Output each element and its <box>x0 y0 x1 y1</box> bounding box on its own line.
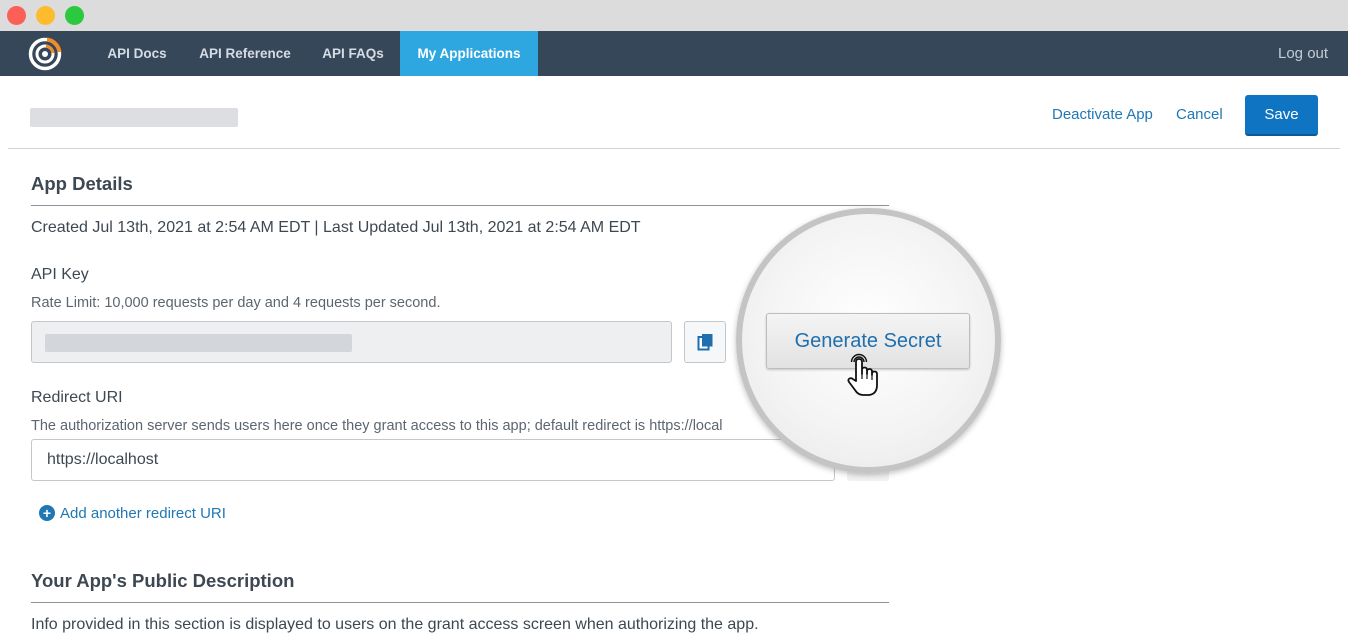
add-circle-icon: + <box>39 505 55 521</box>
copy-api-key-button[interactable] <box>684 321 726 363</box>
rate-limit-text: Rate Limit: 10,000 requests per day and … <box>31 295 441 311</box>
api-key-redacted <box>45 334 352 352</box>
redirect-uri-label: Redirect URI <box>31 389 123 406</box>
app-name-redacted <box>30 108 238 127</box>
api-key-field[interactable] <box>31 321 672 363</box>
public-description-divider <box>31 602 889 603</box>
app-details-divider <box>31 205 889 206</box>
app-details-title: App Details <box>31 173 133 194</box>
add-redirect-uri-label: Add another redirect URI <box>60 504 226 522</box>
deactivate-app-link[interactable]: Deactivate App <box>1052 105 1153 125</box>
api-key-label: API Key <box>31 266 89 283</box>
close-window-button[interactable] <box>7 6 26 25</box>
redirect-uri-help: The authorization server sends users her… <box>31 418 723 434</box>
maximize-window-button[interactable] <box>65 6 84 25</box>
target-logo-icon[interactable] <box>27 36 63 72</box>
hand-pointer-cursor-icon <box>847 353 878 396</box>
window-titlebar <box>0 0 1348 31</box>
copy-icon <box>697 334 713 351</box>
timestamps-text: Created Jul 13th, 2021 at 2:54 AM EDT | … <box>31 219 641 236</box>
cancel-link[interactable]: Cancel <box>1176 105 1223 125</box>
nav-api-reference[interactable]: API Reference <box>187 31 303 76</box>
minimize-window-button[interactable] <box>36 6 55 25</box>
header-divider <box>8 148 1340 149</box>
public-description-help: Info provided in this section is display… <box>31 616 759 633</box>
save-button[interactable]: Save <box>1245 95 1318 136</box>
nav-api-docs[interactable]: API Docs <box>92 31 182 76</box>
public-description-title: Your App's Public Description <box>31 570 295 591</box>
add-redirect-uri-link[interactable]: + Add another redirect URI <box>39 503 226 523</box>
top-navbar: API Docs API Reference API FAQs My Appli… <box>0 31 1348 76</box>
logout-link[interactable]: Log out <box>1278 31 1346 76</box>
nav-my-applications[interactable]: My Applications <box>400 31 538 76</box>
nav-api-faqs[interactable]: API FAQs <box>311 31 395 76</box>
redirect-uri-input[interactable] <box>31 439 835 481</box>
